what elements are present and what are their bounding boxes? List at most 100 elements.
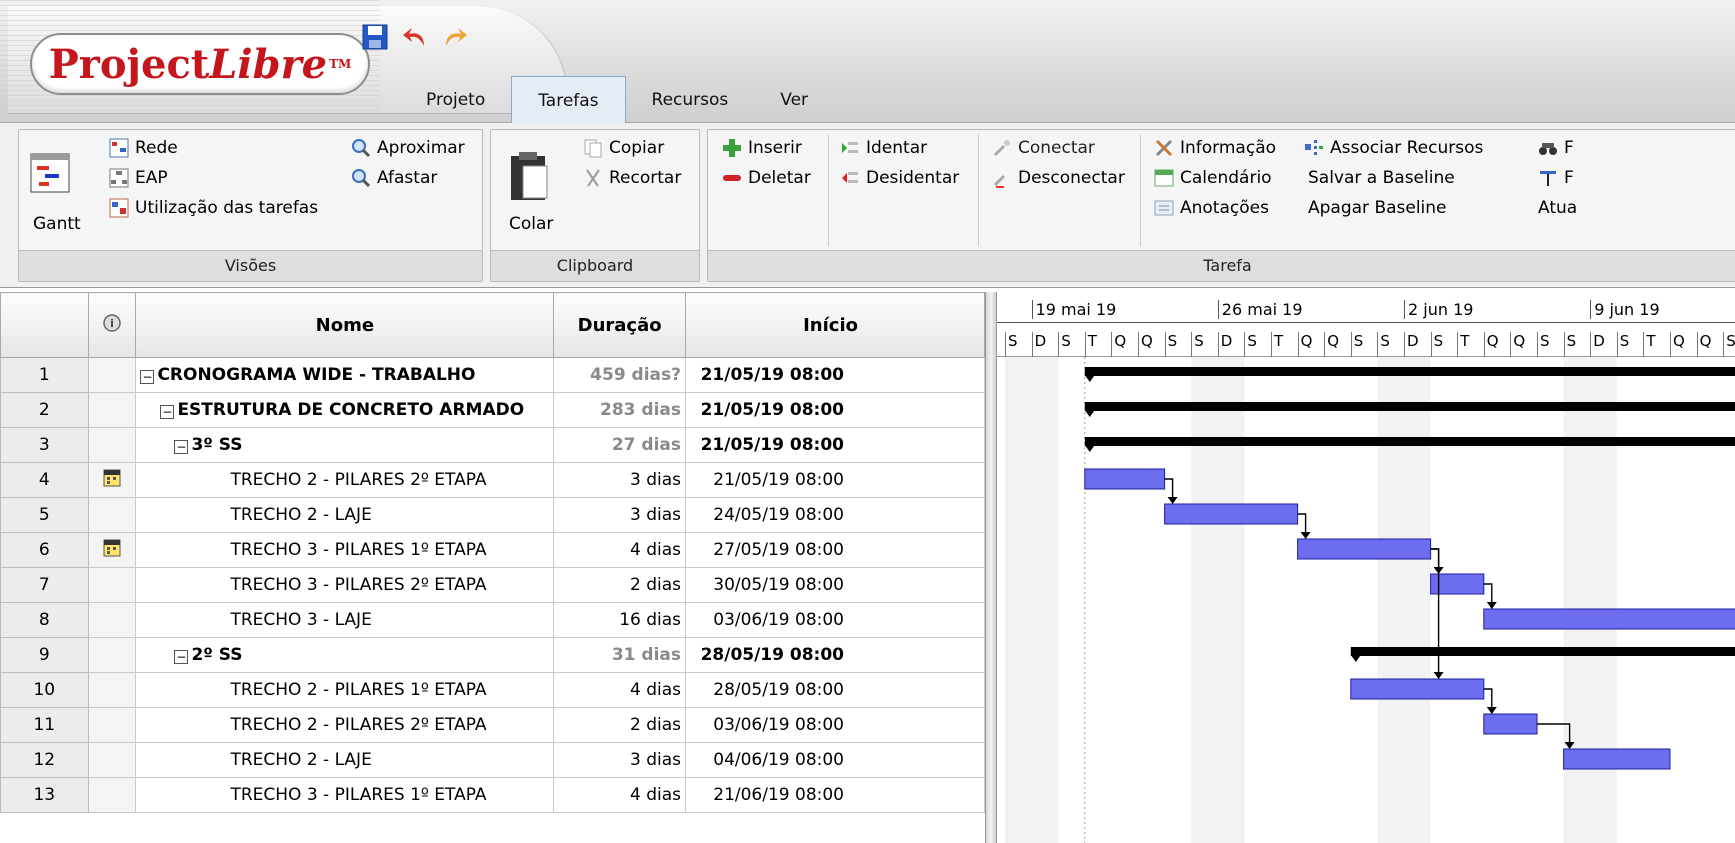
- salvar-baseline-button[interactable]: Salvar a Baseline: [1308, 168, 1455, 188]
- task-name-cell[interactable]: − CRONOGRAMA WIDE - TRABALHO: [135, 357, 555, 393]
- task-bar[interactable]: [1483, 713, 1538, 735]
- tab-tarefas[interactable]: Tarefas: [511, 76, 626, 124]
- row-number[interactable]: 11: [0, 707, 89, 743]
- redo-icon[interactable]: [440, 22, 470, 52]
- task-bar[interactable]: [1483, 608, 1735, 630]
- eap-button[interactable]: EAP: [109, 168, 168, 188]
- row-number[interactable]: 10: [0, 672, 89, 708]
- table-row[interactable]: 13 TRECHO 3 - PILARES 1º ETAPA 4 dias 21/06…: [0, 777, 985, 813]
- table-row[interactable]: 4 TRECHO 2 - PILARES 2º ETAPA 3 dias 21/05/…: [0, 462, 985, 498]
- task-start[interactable]: 03/06/19 08:00: [685, 602, 985, 638]
- row-number[interactable]: 5: [0, 497, 89, 533]
- table-row[interactable]: 1− CRONOGRAMA WIDE - TRABALHO 459 dias? 21/…: [0, 357, 985, 393]
- task-bar[interactable]: [1297, 538, 1432, 560]
- table-row[interactable]: 10 TRECHO 2 - PILARES 1º ETAPA 4 dias 28/05…: [0, 672, 985, 708]
- task-name-cell[interactable]: −3º SS: [135, 427, 555, 463]
- task-name-cell[interactable]: −2º SS: [135, 637, 555, 673]
- utilizacao-tarefas-button[interactable]: Utilização das tarefas: [109, 198, 318, 218]
- task-duration[interactable]: 4 dias: [553, 777, 687, 813]
- task-name-cell[interactable]: TRECHO 3 - PILARES 1º ETAPA: [135, 777, 555, 813]
- header-duracao[interactable]: Duração: [553, 292, 687, 358]
- summary-bar[interactable]: [1084, 437, 1735, 446]
- row-number[interactable]: 1: [0, 357, 89, 393]
- task-start[interactable]: 27/05/19 08:00: [685, 532, 985, 568]
- desconectar-button[interactable]: Desconectar: [992, 168, 1125, 188]
- row-number[interactable]: 2: [0, 392, 89, 428]
- task-name-cell[interactable]: TRECHO 2 - PILARES 2º ETAPA: [135, 462, 555, 498]
- task-start[interactable]: 04/06/19 08:00: [685, 742, 985, 778]
- deletar-button[interactable]: Deletar: [722, 168, 811, 188]
- atualizar-button[interactable]: Atua: [1538, 198, 1577, 218]
- row-number[interactable]: 12: [0, 742, 89, 778]
- task-name-cell[interactable]: TRECHO 2 - LAJE: [135, 497, 555, 533]
- summary-bar-cap[interactable]: [1084, 445, 1095, 452]
- tab-recursos[interactable]: Recursos: [626, 76, 755, 124]
- collapse-toggle[interactable]: −: [160, 405, 175, 419]
- inserir-button[interactable]: Inserir: [722, 138, 802, 158]
- calendario-button[interactable]: Calendário: [1154, 168, 1272, 188]
- pane-splitter[interactable]: [985, 292, 997, 843]
- task-duration[interactable]: 3 dias: [553, 742, 687, 778]
- task-start[interactable]: 21/05/19 08:00: [685, 427, 985, 463]
- apagar-baseline-button[interactable]: Apagar Baseline: [1308, 198, 1447, 218]
- table-row[interactable]: 2 − ESTRUTURA DE CONCRETO ARMADO 283 dias 21…: [0, 392, 985, 428]
- task-duration[interactable]: 4 dias: [553, 532, 687, 568]
- task-start[interactable]: 21/05/19 08:00: [685, 462, 985, 498]
- task-name-cell[interactable]: TRECHO 3 - PILARES 2º ETAPA: [135, 567, 555, 603]
- collapse-toggle[interactable]: −: [174, 650, 189, 664]
- summary-bar-cap[interactable]: [1350, 655, 1361, 662]
- task-start[interactable]: 21/05/19 08:00: [685, 392, 985, 428]
- table-row[interactable]: 3 −3º SS 27 dias 21/05/19 08:00: [0, 427, 985, 463]
- task-start[interactable]: 24/05/19 08:00: [685, 497, 985, 533]
- summary-bar[interactable]: [1084, 402, 1735, 411]
- task-duration[interactable]: 283 dias: [553, 392, 687, 428]
- projectlibre-logo[interactable]: Project Libre TM: [30, 33, 370, 95]
- table-row[interactable]: 8 TRECHO 3 - LAJE 16 dias 03/06/19 08:00: [0, 602, 985, 638]
- collapse-toggle[interactable]: −: [140, 370, 155, 384]
- task-bar[interactable]: [1563, 748, 1671, 770]
- table-row[interactable]: 7 TRECHO 3 - PILARES 2º ETAPA 2 dias 30/05/…: [0, 567, 985, 603]
- summary-bar-cap[interactable]: [1084, 410, 1095, 417]
- copiar-button[interactable]: Copiar: [583, 138, 664, 158]
- undo-icon[interactable]: [400, 22, 430, 52]
- collapse-toggle[interactable]: −: [174, 440, 189, 454]
- gantt-icon[interactable]: [29, 152, 71, 194]
- task-duration[interactable]: 27 dias: [553, 427, 687, 463]
- identar-button[interactable]: Identar: [840, 138, 927, 158]
- task-start[interactable]: 03/06/19 08:00: [685, 707, 985, 743]
- header-inicio[interactable]: Início: [685, 292, 985, 358]
- task-start[interactable]: 21/05/19 08:00: [685, 357, 985, 393]
- task-name-cell[interactable]: − ESTRUTURA DE CONCRETO ARMADO: [135, 392, 555, 428]
- row-number[interactable]: 7: [0, 567, 89, 603]
- anotacoes-button[interactable]: Anotações: [1154, 198, 1269, 218]
- task-start[interactable]: 28/05/19 08:00: [685, 637, 985, 673]
- task-duration[interactable]: 3 dias: [553, 497, 687, 533]
- row-number[interactable]: 8: [0, 602, 89, 638]
- aproximar-button[interactable]: Aproximar: [351, 138, 465, 158]
- task-name-cell[interactable]: TRECHO 2 - LAJE: [135, 742, 555, 778]
- gantt-button[interactable]: Gantt: [33, 214, 81, 234]
- task-bar[interactable]: [1350, 678, 1485, 700]
- task-name-cell[interactable]: TRECHO 2 - PILARES 1º ETAPA: [135, 672, 555, 708]
- task-start[interactable]: 21/06/19 08:00: [685, 777, 985, 813]
- task-duration[interactable]: 2 dias: [553, 567, 687, 603]
- header-nome[interactable]: Nome: [135, 292, 555, 358]
- save-icon[interactable]: [360, 22, 390, 52]
- task-duration[interactable]: 31 dias: [553, 637, 687, 673]
- table-row[interactable]: 12 TRECHO 2 - LAJE 3 dias 04/06/19 08:00: [0, 742, 985, 778]
- task-name-cell[interactable]: TRECHO 3 - PILARES 1º ETAPA: [135, 532, 555, 568]
- tab-ver[interactable]: Ver: [754, 76, 834, 124]
- tab-projeto[interactable]: Projeto: [400, 76, 511, 124]
- summary-bar-cap[interactable]: [1084, 375, 1095, 382]
- recortar-button[interactable]: Recortar: [583, 168, 681, 188]
- task-start[interactable]: 28/05/19 08:00: [685, 672, 985, 708]
- rede-button[interactable]: Rede: [109, 138, 178, 158]
- task-bar[interactable]: [1084, 468, 1166, 490]
- desidentar-button[interactable]: Desidentar: [840, 168, 959, 188]
- row-number[interactable]: 3: [0, 427, 89, 463]
- task-bar[interactable]: [1164, 503, 1299, 525]
- summary-bar[interactable]: [1350, 647, 1735, 656]
- summary-bar[interactable]: [1084, 367, 1735, 376]
- task-duration[interactable]: 4 dias: [553, 672, 687, 708]
- informacao-button[interactable]: Informação: [1154, 138, 1276, 158]
